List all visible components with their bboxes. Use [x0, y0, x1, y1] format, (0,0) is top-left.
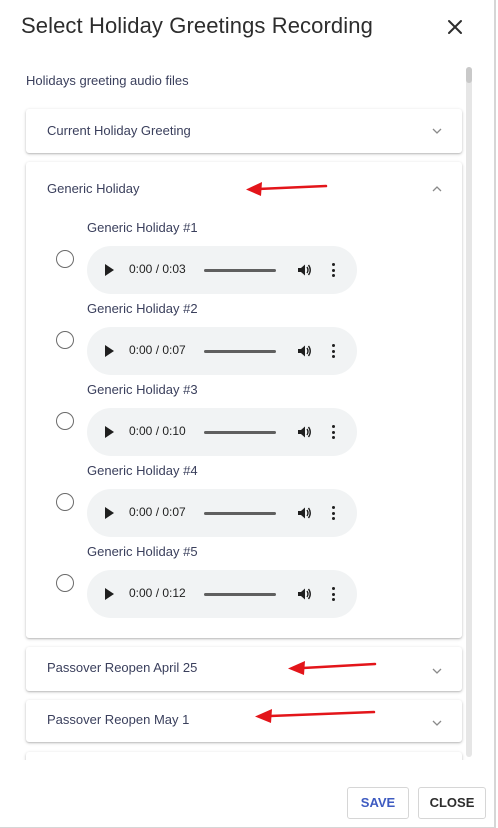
recording-label-2: Generic Holiday #2 — [87, 301, 198, 316]
more-vertical-icon[interactable] — [329, 586, 337, 602]
holiday-greetings-dialog: Select Holiday Greetings Recording Holid… — [0, 0, 496, 828]
volume-icon[interactable] — [296, 424, 312, 440]
panel-passover-reopen-may-1: Passover Reopen May 1 — [26, 700, 462, 742]
panel-title: Passover Reopen April 25 — [47, 660, 198, 675]
audio-progress-track[interactable] — [204, 350, 276, 353]
more-vertical-icon[interactable] — [329, 262, 337, 278]
audio-progress-track[interactable] — [204, 593, 276, 596]
audio-time: 0:00 / 0:10 — [129, 424, 186, 438]
recording-radio-2[interactable] — [56, 331, 74, 349]
audio-player-5: 0:00 / 0:12 — [87, 570, 357, 618]
annotation-arrow-icon — [246, 182, 328, 196]
dialog-title: Select Holiday Greetings Recording — [21, 13, 373, 38]
volume-icon[interactable] — [296, 343, 312, 359]
audio-player-4: 0:00 / 0:07 — [87, 489, 357, 537]
close-icon[interactable] — [443, 15, 467, 39]
audio-player-3: 0:00 / 0:10 — [87, 408, 357, 456]
recording-radio-4[interactable] — [56, 493, 74, 511]
scrollbar[interactable] — [466, 67, 472, 757]
recording-radio-5[interactable] — [56, 574, 74, 592]
play-icon[interactable] — [105, 345, 114, 357]
play-icon[interactable] — [105, 507, 114, 519]
recording-label-1: Generic Holiday #1 — [87, 220, 198, 235]
audio-time: 0:00 / 0:12 — [129, 586, 186, 600]
recording-radio-3[interactable] — [56, 412, 74, 430]
more-vertical-icon[interactable] — [329, 505, 337, 521]
panel-header-passover-april-25[interactable]: Passover Reopen April 25 — [26, 647, 462, 691]
dialog-content: Holidays greeting audio files Current Ho… — [0, 60, 476, 760]
play-icon[interactable] — [105, 264, 114, 276]
audio-time: 0:00 / 0:07 — [129, 505, 186, 519]
chevron-down-icon — [432, 720, 442, 726]
panel-passover-reopen-april-25: Passover Reopen April 25 — [26, 647, 462, 691]
chevron-up-icon — [432, 186, 442, 192]
chevron-down-icon — [432, 128, 442, 134]
panel-title: Current Holiday Greeting — [47, 123, 191, 138]
section-label: Holidays greeting audio files — [26, 73, 189, 88]
audio-progress-track[interactable] — [204, 431, 276, 434]
audio-progress-track[interactable] — [204, 512, 276, 515]
recording-label-5: Generic Holiday #5 — [87, 544, 198, 559]
panel-header-passover-may-1[interactable]: Passover Reopen May 1 — [26, 700, 462, 744]
panel-header-current-holiday-greeting[interactable]: Current Holiday Greeting — [26, 109, 462, 153]
audio-player-2: 0:00 / 0:07 — [87, 327, 357, 375]
annotation-arrow-icon — [288, 661, 377, 675]
close-button[interactable]: CLOSE — [418, 787, 486, 819]
more-vertical-icon[interactable] — [329, 343, 337, 359]
audio-progress-track[interactable] — [204, 269, 276, 272]
panel-generic-holiday: Generic Holiday Generic Holiday #1 0:00 … — [26, 162, 462, 638]
scrollbar-thumb[interactable] — [466, 67, 472, 83]
recording-label-4: Generic Holiday #4 — [87, 463, 198, 478]
audio-time: 0:00 / 0:07 — [129, 343, 186, 357]
volume-icon[interactable] — [296, 262, 312, 278]
panel-partially-visible — [26, 752, 462, 760]
save-button[interactable]: SAVE — [347, 787, 409, 819]
play-icon[interactable] — [105, 588, 114, 600]
recording-label-3: Generic Holiday #3 — [87, 382, 198, 397]
more-vertical-icon[interactable] — [329, 424, 337, 440]
audio-time: 0:00 / 0:03 — [129, 262, 186, 276]
recording-radio-1[interactable] — [56, 250, 74, 268]
chevron-down-icon — [432, 668, 442, 674]
annotation-arrow-icon — [255, 709, 376, 723]
panel-current-holiday-greeting: Current Holiday Greeting — [26, 109, 462, 153]
panel-title: Generic Holiday — [47, 181, 140, 196]
volume-icon[interactable] — [296, 505, 312, 521]
play-icon[interactable] — [105, 426, 114, 438]
audio-player-1: 0:00 / 0:03 — [87, 246, 357, 294]
panel-title: Passover Reopen May 1 — [47, 712, 190, 727]
volume-icon[interactable] — [296, 586, 312, 602]
